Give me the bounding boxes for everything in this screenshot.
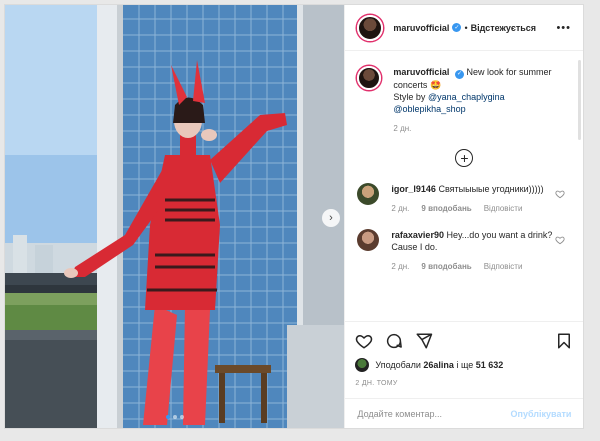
publish-button[interactable]: Опублікувати — [511, 409, 572, 419]
mention-link-2[interactable]: @oblepikha_shop — [393, 104, 465, 114]
photo-illustration — [5, 5, 345, 428]
author-username[interactable]: maruvofficial — [393, 23, 449, 33]
verified-icon: ✓ — [454, 69, 464, 79]
carousel-dot-1 — [166, 415, 170, 419]
comments-section[interactable]: maruvofficial ✓ New look for summer conc… — [345, 52, 583, 320]
post-actions: Уподобали 26alina і ще 51 632 2 ДН. ТОМУ — [345, 321, 584, 387]
heart-icon[interactable] — [355, 332, 373, 350]
liker-username[interactable]: 26alina — [423, 360, 454, 370]
comment-item: igor_l9146 Святыыыые угодники))))) 2 дн.… — [357, 182, 571, 215]
comments-scrollbar[interactable] — [578, 60, 581, 140]
carousel-indicator — [5, 415, 344, 419]
caption: maruvofficial ✓ New look for summer conc… — [357, 66, 571, 135]
star-struck-emoji: 🤩 — [429, 79, 442, 90]
follow-button[interactable]: Відстежується — [471, 23, 536, 33]
caption-meta: 2 дн. — [393, 123, 558, 135]
carousel-dot-2 — [173, 415, 177, 419]
comment-likes[interactable]: 9 вподобань — [421, 203, 471, 215]
comment-item: rafaxavier90 Hey...do you want a drink? … — [357, 228, 571, 273]
comment-text: Святыыыые угодники))))) — [438, 183, 544, 194]
next-arrow-icon: › — [329, 211, 333, 224]
add-comments-icon[interactable]: + — [455, 148, 474, 167]
comment-avatar[interactable] — [357, 182, 380, 205]
post-side-panel: maruvofficial ✓ • Відстежується ••• maru… — [344, 5, 584, 428]
comment-icon[interactable] — [385, 332, 403, 350]
comment-meta: 2 дн. 9 вподобань Відповісти — [391, 203, 556, 215]
likes-middle: і ще — [456, 360, 474, 370]
caption-body: maruvofficial ✓ New look for summer conc… — [393, 66, 558, 135]
add-comment-bar: Опублікувати — [345, 398, 584, 428]
mention-link-1[interactable]: @yana_chaplygina — [428, 92, 505, 102]
comment-heart-icon[interactable] — [555, 189, 565, 199]
share-icon[interactable] — [415, 332, 433, 350]
comment-body: rafaxavier90 Hey...do you want a drink? … — [391, 229, 556, 273]
liker-avatar[interactable] — [355, 358, 370, 372]
likes-count[interactable]: 51 632 — [476, 360, 504, 370]
more-options-icon[interactable]: ••• — [556, 22, 571, 34]
caption-username[interactable]: maruvofficial — [393, 67, 449, 77]
post-photo[interactable]: › — [5, 5, 345, 428]
carousel-next-button[interactable]: › — [322, 209, 340, 227]
comment-username[interactable]: igor_l9146 — [391, 184, 436, 194]
comment-body: igor_l9146 Святыыыые угодники))))) 2 дн.… — [391, 183, 556, 215]
bookmark-icon[interactable] — [555, 332, 573, 350]
instagram-post: › maruvofficial ✓ • Відстежується ••• ma… — [4, 4, 584, 429]
comment-meta: 2 дн. 9 вподобань Відповісти — [391, 261, 556, 273]
header-separator: • — [464, 22, 468, 33]
comment-time[interactable]: 2 дн. — [391, 203, 409, 215]
comment-heart-icon[interactable] — [555, 235, 565, 245]
likes-summary: Уподобали 26alina і ще 51 632 — [355, 358, 573, 372]
reply-button[interactable]: Відповісти — [484, 261, 523, 273]
caption-style-label: Style by — [393, 91, 426, 102]
verified-icon: ✓ — [452, 23, 462, 32]
author-avatar[interactable] — [357, 14, 384, 41]
reply-button[interactable]: Відповісти — [484, 203, 523, 215]
load-more-wrap: + — [357, 148, 571, 167]
caption-time[interactable]: 2 дн. — [393, 123, 411, 135]
comment-time[interactable]: 2 дн. — [391, 261, 409, 273]
comment-avatar[interactable] — [357, 228, 380, 251]
comment-likes[interactable]: 9 вподобань — [421, 261, 471, 273]
carousel-dot-3 — [180, 415, 184, 419]
post-date[interactable]: 2 ДН. ТОМУ — [355, 380, 573, 387]
comment-username[interactable]: rafaxavier90 — [391, 230, 444, 240]
caption-avatar[interactable] — [357, 66, 382, 90]
likes-prefix: Уподобали — [375, 360, 421, 370]
action-icons — [355, 330, 573, 352]
comment-input[interactable] — [357, 408, 511, 419]
post-header: maruvofficial ✓ • Відстежується ••• — [345, 5, 583, 51]
